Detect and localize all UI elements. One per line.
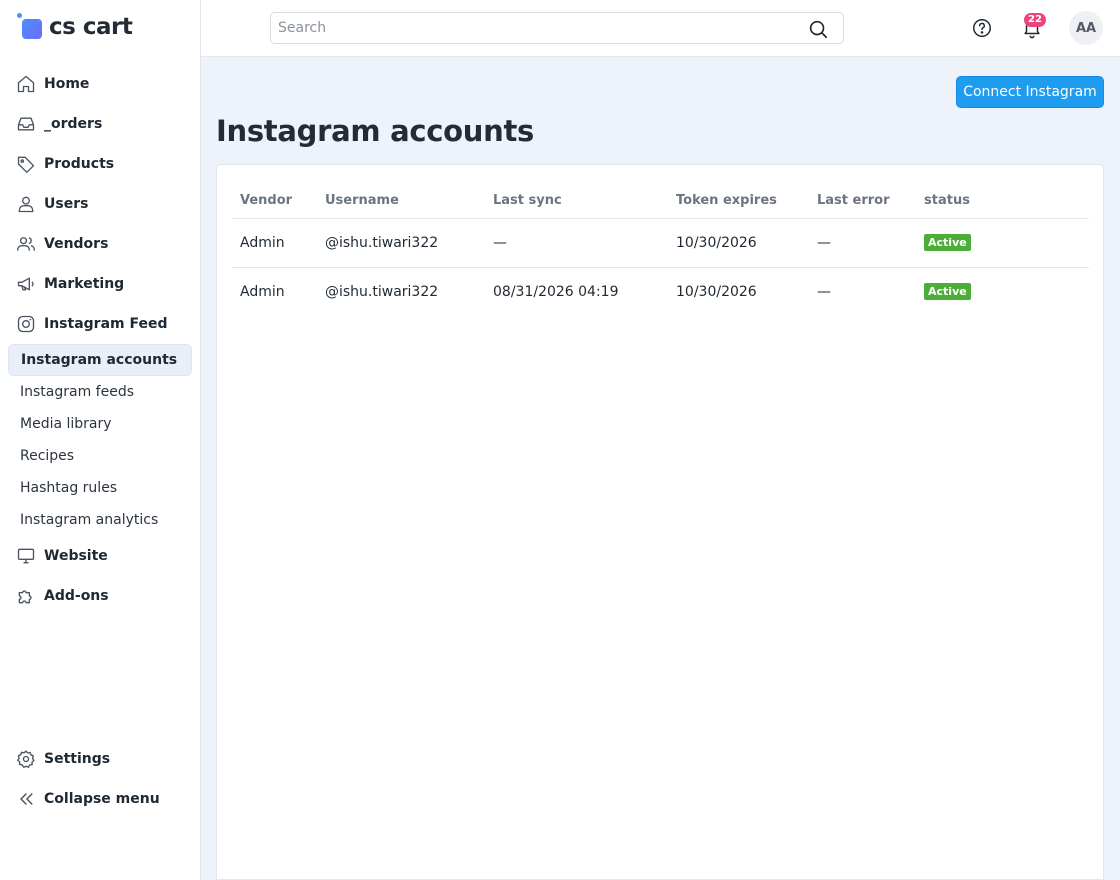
sidebar-item-label: Marketing — [44, 276, 125, 292]
main-nav: Home _orders Products Users Vendors Mark… — [8, 64, 192, 616]
search-box — [270, 12, 844, 44]
accounts-card: Vendor Username Last sync Token expires … — [216, 164, 1104, 880]
help-icon[interactable] — [971, 17, 993, 39]
home-icon — [16, 74, 36, 94]
cell-last-sync: 08/31/2026 04:19 — [493, 283, 619, 300]
column-header-vendor[interactable]: Vendor — [232, 183, 317, 219]
column-header-last-error[interactable]: Last error — [809, 183, 916, 219]
status-badge: Active — [924, 283, 971, 301]
sidebar-item-label: Vendors — [44, 236, 109, 252]
user-icon — [16, 194, 36, 214]
puzzle-icon — [16, 586, 36, 606]
notification-badge: 22 — [1024, 13, 1046, 27]
sidebar-bottom: Settings Collapse menu — [8, 739, 192, 819]
cell-status: Active — [916, 218, 1089, 268]
cell-last-error: — — [817, 283, 831, 300]
sidebar-item-home[interactable]: Home — [8, 64, 192, 104]
megaphone-icon — [16, 274, 36, 294]
table-header-row: Vendor Username Last sync Token expires … — [232, 183, 1089, 219]
sidebar-item-label: Collapse menu — [44, 791, 160, 807]
sidebar-item-label: Users — [44, 196, 89, 212]
connect-instagram-button[interactable]: Connect Instagram — [956, 76, 1104, 108]
search-input[interactable] — [271, 13, 791, 43]
accounts-table: Vendor Username Last sync Token expires … — [232, 183, 1089, 316]
inbox-icon — [16, 114, 36, 134]
users-icon — [16, 234, 36, 254]
sidebar-item-label: Home — [44, 76, 90, 92]
sidebar-subitem-instagram-feeds[interactable]: Instagram feeds — [8, 376, 192, 408]
sidebar-subitem-instagram-analytics[interactable]: Instagram analytics — [8, 504, 192, 536]
column-header-last-sync[interactable]: Last sync — [485, 183, 668, 219]
sidebar: cs cart Home _orders Products Users Vend… — [0, 0, 201, 880]
sidebar-item-products[interactable]: Products — [8, 144, 192, 184]
cs-cart-logo[interactable]: cs cart — [16, 12, 133, 42]
chevrons-left-icon — [16, 789, 36, 809]
instagram-icon — [16, 314, 36, 334]
sidebar-item-label: Products — [44, 156, 115, 172]
cell-last-sync: — — [485, 218, 668, 268]
cell-vendor: Admin — [240, 283, 285, 300]
cell-token-expires: 10/30/2026 — [668, 218, 809, 268]
search-icon[interactable] — [807, 18, 829, 40]
cell-token-expires: 10/30/2026 — [676, 283, 757, 300]
cell-last-error: — — [809, 218, 916, 268]
column-header-username[interactable]: Username — [317, 183, 485, 219]
sidebar-subitem-media-library[interactable]: Media library — [8, 408, 192, 440]
sidebar-item-vendors[interactable]: Vendors — [8, 224, 192, 264]
monitor-icon — [16, 546, 36, 566]
sidebar-item-collapse-menu[interactable]: Collapse menu — [8, 779, 192, 819]
logo-text: cs cart — [49, 14, 133, 40]
cell-status: Active — [916, 267, 1089, 316]
sidebar-item-label: Add-ons — [44, 588, 109, 604]
sidebar-item-label: Website — [44, 548, 108, 564]
sidebar-item-settings[interactable]: Settings — [8, 739, 192, 779]
logo-mark-icon — [16, 13, 44, 41]
cell-username[interactable]: @ishu.tiwari322 — [317, 267, 485, 316]
status-badge: Active — [924, 234, 971, 251]
sidebar-item-label: _orders — [44, 116, 103, 132]
sidebar-item-marketing[interactable]: Marketing — [8, 264, 192, 304]
sidebar-item-label: Settings — [44, 751, 111, 767]
sidebar-item-instagram-feed[interactable]: Instagram Feed — [8, 304, 192, 344]
cell-username[interactable]: @ishu.tiwari322 — [317, 218, 485, 268]
sidebar-item-orders[interactable]: _orders — [8, 104, 192, 144]
top-bar: 22 AA — [201, 0, 1120, 57]
sidebar-subitem-hashtag-rules[interactable]: Hashtag rules — [8, 472, 192, 504]
sidebar-item-add-ons[interactable]: Add-ons — [8, 576, 192, 616]
table-row[interactable]: Admin @ishu.tiwari322 08/31/2026 04:19 1… — [232, 267, 1089, 316]
tag-icon — [16, 154, 36, 174]
sidebar-item-website[interactable]: Website — [8, 536, 192, 576]
column-header-token-expires[interactable]: Token expires — [668, 183, 809, 219]
sidebar-subitem-recipes[interactable]: Recipes — [8, 440, 192, 472]
sidebar-item-users[interactable]: Users — [8, 184, 192, 224]
column-header-status[interactable]: status — [916, 183, 1089, 219]
gear-icon — [16, 749, 36, 769]
sidebar-subitem-instagram-accounts[interactable]: Instagram accounts — [8, 344, 192, 376]
page-title: Instagram accounts — [216, 114, 534, 148]
avatar[interactable]: AA — [1069, 11, 1103, 45]
cell-vendor: Admin — [232, 218, 317, 268]
sidebar-item-label: Instagram Feed — [44, 316, 168, 332]
table-row[interactable]: Admin @ishu.tiwari322 — 10/30/2026 — Act… — [232, 218, 1089, 268]
